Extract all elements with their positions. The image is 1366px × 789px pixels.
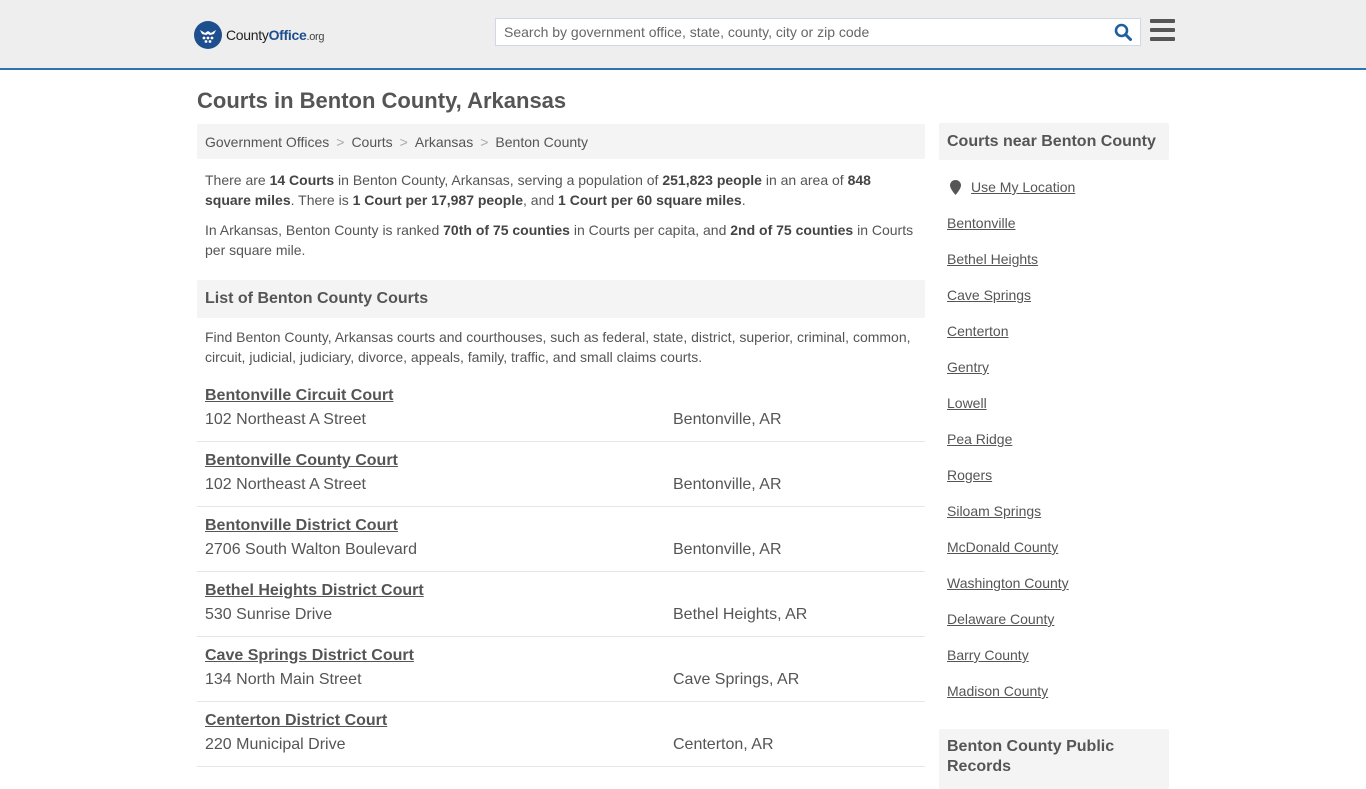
nearby-link[interactable]: Gentry — [947, 357, 1169, 393]
nearby-link[interactable]: Madison County — [947, 681, 1169, 717]
use-my-location: Use My Location — [947, 177, 1169, 213]
site-header: CountyOffice.org — [0, 0, 1366, 70]
court-name-link[interactable]: Bentonville Circuit Court — [205, 387, 393, 405]
court-name-link[interactable]: Bethel Heights District Court — [205, 582, 424, 600]
nearby-links: Use My Location Bentonville Bethel Heigh… — [947, 177, 1169, 717]
use-my-location-link[interactable]: Use My Location — [971, 177, 1075, 213]
breadcrumb-separator: > — [480, 133, 489, 150]
list-item: Bentonville Circuit Court 102 Northeast … — [197, 377, 925, 442]
court-name-link[interactable]: Cave Springs District Court — [205, 647, 414, 665]
breadcrumb-benton-county[interactable]: Benton County — [495, 134, 588, 150]
public-records-heading: Benton County Public Records — [939, 729, 1169, 789]
site-logo[interactable]: CountyOffice.org — [194, 21, 325, 49]
nearby-link[interactable]: Bethel Heights — [947, 249, 1169, 285]
nearby-link[interactable]: Siloam Springs — [947, 501, 1169, 537]
nearby-link[interactable]: Washington County — [947, 573, 1169, 609]
search-icon — [1114, 23, 1132, 41]
nearby-link[interactable]: McDonald County — [947, 537, 1169, 573]
nearby-link[interactable]: Delaware County — [947, 609, 1169, 645]
court-city: Bentonville, AR — [673, 476, 782, 493]
nearby-link[interactable]: Barry County — [947, 645, 1169, 681]
court-address: 2706 South Walton Boulevard — [205, 541, 417, 558]
court-city: Bentonville, AR — [673, 541, 782, 558]
page-title: Courts in Benton County, Arkansas — [197, 88, 567, 113]
court-name-link[interactable]: Bentonville District Court — [205, 517, 398, 535]
nearby-link[interactable]: Bentonville — [947, 213, 1169, 249]
breadcrumb-government-offices[interactable]: Government Offices — [205, 134, 329, 150]
search-button[interactable] — [1106, 19, 1140, 45]
court-address: 530 Sunrise Drive — [205, 606, 333, 623]
breadcrumb: Government Offices > Courts > Arkansas >… — [197, 124, 925, 159]
nearby-link[interactable]: Lowell — [947, 393, 1169, 429]
court-name-link[interactable]: Bentonville County Court — [205, 452, 398, 470]
breadcrumb-courts[interactable]: Courts — [351, 134, 392, 150]
court-list: Bentonville Circuit Court 102 Northeast … — [197, 377, 925, 767]
intro-paragraph-rank: In Arkansas, Benton County is ranked 70t… — [205, 222, 914, 258]
nearby-link[interactable]: Centerton — [947, 321, 1169, 357]
search-bar — [495, 18, 1141, 46]
court-address: 102 Northeast A Street — [205, 476, 366, 493]
list-item: Bentonville District Court 2706 South Wa… — [197, 507, 925, 572]
court-address: 220 Municipal Drive — [205, 736, 346, 753]
intro-paragraph-stats: There are 14 Courts in Benton County, Ar… — [205, 172, 871, 208]
logo-text: CountyOffice.org — [226, 27, 325, 43]
nearby-link[interactable]: Cave Springs — [947, 285, 1169, 321]
court-name-link[interactable]: Centerton District Court — [205, 712, 387, 730]
nearby-link[interactable]: Rogers — [947, 465, 1169, 501]
courts-list-heading: List of Benton County Courts — [197, 280, 925, 318]
list-item: Centerton District Court 220 Municipal D… — [197, 702, 925, 767]
breadcrumb-separator: > — [336, 133, 345, 150]
map-pin-icon — [950, 177, 962, 197]
nearby-link[interactable]: Pea Ridge — [947, 429, 1169, 465]
search-input[interactable] — [496, 19, 1106, 45]
eagle-stars-badge-icon — [194, 21, 222, 49]
court-city: Bentonville, AR — [673, 411, 782, 428]
court-address: 102 Northeast A Street — [205, 411, 366, 428]
list-item: Cave Springs District Court 134 North Ma… — [197, 637, 925, 702]
court-city: Cave Springs, AR — [673, 671, 800, 688]
list-item: Bethel Heights District Court 530 Sunris… — [197, 572, 925, 637]
hamburger-menu-icon[interactable] — [1150, 19, 1175, 41]
list-item: Bentonville County Court 102 Northeast A… — [197, 442, 925, 507]
breadcrumb-separator: > — [399, 133, 408, 150]
nearby-courts-heading: Courts near Benton County — [939, 123, 1169, 160]
intro-summary: There are 14 Courts in Benton County, Ar… — [205, 170, 920, 270]
courts-list-description: Find Benton County, Arkansas courts and … — [205, 329, 911, 365]
court-address: 134 North Main Street — [205, 671, 362, 688]
breadcrumb-arkansas[interactable]: Arkansas — [415, 134, 473, 150]
court-city: Bethel Heights, AR — [673, 606, 808, 623]
court-city: Centerton, AR — [673, 736, 774, 753]
